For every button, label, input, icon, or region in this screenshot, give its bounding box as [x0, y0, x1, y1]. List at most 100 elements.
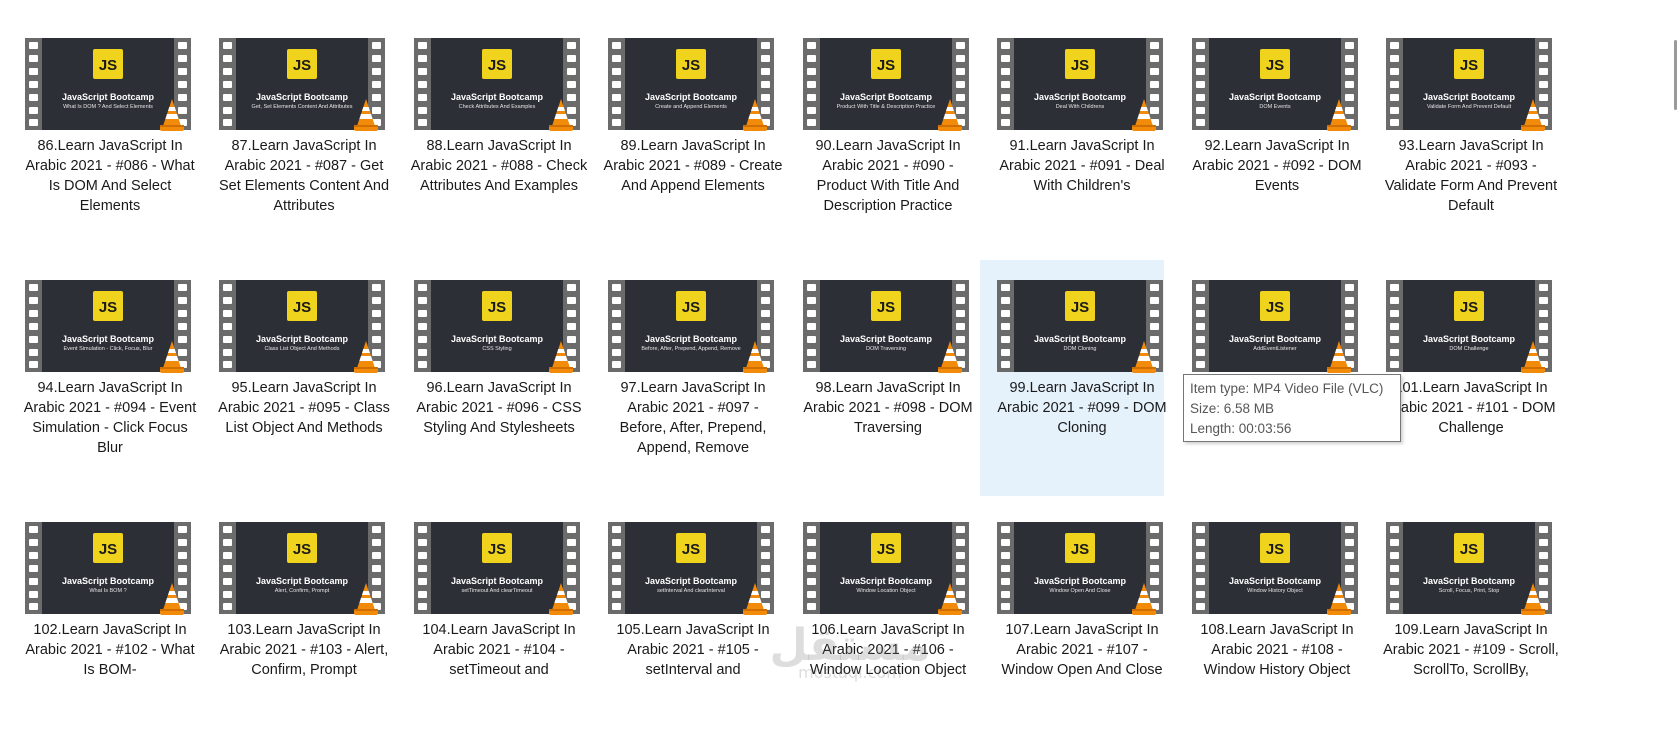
js-logo-icon: JS — [1260, 291, 1290, 321]
vlc-cone-icon — [938, 341, 962, 373]
thumbnail-subtitle: Class List Object And Methods — [264, 346, 340, 352]
video-thumbnail[interactable]: JS JavaScript Bootcamp Validate Form And P… — [1386, 38, 1552, 131]
thumbnail-frame: JS JavaScript Bootcamp Event Simulation - … — [42, 280, 174, 372]
file-item[interactable]: JS JavaScript Bootcamp setInterval And cle… — [591, 502, 775, 742]
thumbnail-subtitle: Window Location Object — [856, 588, 916, 594]
thumbnail-subtitle: Event Simulation - Click, Focus, Blur — [63, 346, 153, 352]
thumbnail-subtitle: DOM Challenge — [1449, 346, 1489, 352]
file-item[interactable]: JS JavaScript Bootcamp Scroll, Focus, Prin… — [1369, 502, 1559, 742]
js-logo-icon: JS — [482, 533, 512, 563]
thumbnail-subtitle: Scroll, Focus, Print, Stop — [1438, 588, 1500, 594]
file-item[interactable]: JS JavaScript Bootcamp Check Attributes An… — [397, 18, 587, 258]
video-thumbnail[interactable]: JS JavaScript Bootcamp Check Attributes An… — [414, 38, 580, 131]
file-name-label: 101.Learn JavaScript In Arabic 2021 - #1… — [1386, 380, 1556, 436]
file-item[interactable]: JS JavaScript Bootcamp DOM Events 92.Learn … — [1175, 18, 1362, 258]
js-logo-icon: JS — [676, 291, 706, 321]
video-thumbnail[interactable]: JS JavaScript Bootcamp setInterval And cle… — [608, 522, 774, 615]
film-strip-icon — [1386, 522, 1403, 614]
js-logo-icon: JS — [1065, 49, 1095, 79]
video-thumbnail[interactable]: JS JavaScript Bootcamp Deal With Childrens — [997, 38, 1163, 131]
vlc-cone-icon — [549, 341, 573, 373]
file-item[interactable]: JS JavaScript Bootcamp DOM Traversing 98.Le… — [786, 260, 973, 500]
file-name-label: 106.Learn JavaScript In Arabic 2021 - #1… — [809, 622, 967, 678]
thumbnail-frame: JS JavaScript Bootcamp DOM Events — [1209, 38, 1341, 130]
video-thumbnail[interactable]: JS JavaScript Bootcamp Window Open And Clo… — [997, 522, 1163, 615]
file-item[interactable]: JS JavaScript Bootcamp Class List Object A… — [202, 260, 390, 500]
video-thumbnail[interactable]: JS JavaScript Bootcamp setTimeout And clea… — [414, 522, 580, 615]
file-item[interactable]: JS JavaScript Bootcamp What Is BOM ? 102.Le… — [8, 502, 195, 742]
video-thumbnail[interactable]: JS JavaScript Bootcamp Class List Object A… — [219, 280, 385, 373]
file-item[interactable]: JS JavaScript Bootcamp What Is DOM ? And S… — [8, 18, 195, 258]
thumbnail-subtitle: Validate Form And Prevent Default — [1426, 104, 1512, 110]
film-strip-icon — [414, 38, 431, 130]
file-item[interactable]: JS JavaScript Bootcamp Validate Form And P… — [1369, 18, 1557, 258]
vlc-cone-icon — [1132, 341, 1156, 373]
video-thumbnail[interactable]: JS JavaScript Bootcamp Product With Title … — [803, 38, 969, 131]
vertical-scrollbar[interactable] — [1667, 0, 1677, 731]
video-thumbnail[interactable]: JS JavaScript Bootcamp Window Location Obj… — [803, 522, 969, 615]
thumbnail-subtitle: DOM Cloning — [1063, 346, 1097, 352]
vlc-cone-icon — [549, 583, 573, 615]
video-thumbnail[interactable]: JS JavaScript Bootcamp DOM Challenge — [1386, 280, 1552, 373]
file-item[interactable]: JS JavaScript Bootcamp Product With Title … — [786, 18, 970, 258]
file-item[interactable]: JS JavaScript Bootcamp CSS Styling 96.Learn… — [397, 260, 582, 500]
video-thumbnail[interactable]: JS JavaScript Bootcamp Alert, Confirm, Pro… — [219, 522, 385, 615]
thumbnail-subtitle: What Is BOM ? — [89, 588, 127, 594]
tooltip-length: Length: 00:03:56 — [1190, 421, 1292, 436]
file-item[interactable]: JS JavaScript Bootcamp Get, Set Elements C… — [202, 18, 389, 258]
thumbnail-frame: JS JavaScript Bootcamp Product With Title … — [820, 38, 952, 130]
thumbnail-subtitle: Deal With Childrens — [1055, 104, 1105, 110]
thumbnail-heading: JavaScript Bootcamp — [255, 92, 349, 102]
thumbnail-subtitle: setInterval And clearInterval — [657, 588, 725, 594]
thumbnail-frame: JS JavaScript Bootcamp Window History Obje… — [1209, 522, 1341, 614]
thumbnail-heading: JavaScript Bootcamp — [1422, 334, 1516, 344]
thumbnail-subtitle: Alert, Confirm, Prompt — [274, 588, 330, 594]
js-logo-icon: JS — [1454, 49, 1484, 79]
video-thumbnail[interactable]: JS JavaScript Bootcamp DOM Traversing — [803, 280, 969, 373]
video-thumbnail[interactable]: JS JavaScript Bootcamp AddEventListener — [1192, 280, 1358, 373]
film-strip-icon — [997, 280, 1014, 372]
video-thumbnail[interactable]: JS JavaScript Bootcamp CSS Styling — [414, 280, 580, 373]
thumbnail-frame: JS JavaScript Bootcamp What Is BOM ? — [42, 522, 174, 614]
video-thumbnail[interactable]: JS JavaScript Bootcamp What Is BOM ? — [25, 522, 191, 615]
thumbnail-frame: JS JavaScript Bootcamp Before, After, Prep… — [625, 280, 757, 372]
video-thumbnail[interactable]: JS JavaScript Bootcamp Scroll, Focus, Prin… — [1386, 522, 1552, 615]
js-logo-icon: JS — [93, 49, 123, 79]
js-logo-icon: JS — [1454, 291, 1484, 321]
thumbnail-heading: JavaScript Bootcamp — [644, 92, 738, 102]
thumbnail-heading: JavaScript Bootcamp — [1033, 92, 1127, 102]
file-item[interactable]: JS JavaScript Bootcamp setTimeout And clea… — [397, 502, 581, 742]
file-item[interactable]: JS JavaScript Bootcamp Event Simulation - … — [8, 260, 196, 500]
file-name-label: 108.Learn JavaScript In Arabic 2021 - #1… — [1200, 622, 1354, 678]
thumbnail-heading: JavaScript Bootcamp — [450, 334, 544, 344]
video-thumbnail[interactable]: JS JavaScript Bootcamp Before, After, Prep… — [608, 280, 774, 373]
vlc-cone-icon — [160, 341, 184, 373]
file-item[interactable]: JS JavaScript Bootcamp Create and Append E… — [591, 18, 782, 258]
video-thumbnail[interactable]: JS JavaScript Bootcamp Create and Append E… — [608, 38, 774, 131]
file-item[interactable]: JS JavaScript Bootcamp Window Open And Clo… — [980, 502, 1164, 742]
thumbnail-subtitle: setTimeout And clearTimeout — [461, 588, 533, 594]
file-item[interactable]: JS JavaScript Bootcamp Window Location Obj… — [786, 502, 970, 742]
file-item[interactable]: JS JavaScript Bootcamp Alert, Confirm, Pro… — [202, 502, 388, 742]
thumbnail-frame: JS JavaScript Bootcamp CSS Styling — [431, 280, 563, 372]
thumbnail-subtitle: Window Open And Close — [1049, 588, 1111, 594]
file-item[interactable]: JS JavaScript Bootcamp DOM Cloning 99.Learn… — [980, 260, 1167, 496]
video-thumbnail[interactable]: JS JavaScript Bootcamp Get, Set Elements C… — [219, 38, 385, 131]
file-name-label: 87.Learn JavaScript In Arabic 2021 - #08… — [218, 138, 390, 214]
thumbnail-frame: JS JavaScript Bootcamp Alert, Confirm, Pro… — [236, 522, 368, 614]
vlc-cone-icon — [1521, 583, 1545, 615]
video-thumbnail[interactable]: JS JavaScript Bootcamp Window History Obje… — [1192, 522, 1358, 615]
file-item[interactable]: JS JavaScript Bootcamp Window History Obje… — [1175, 502, 1359, 742]
file-name-label: 88.Learn JavaScript In Arabic 2021 - #08… — [410, 138, 588, 194]
video-thumbnail[interactable]: JS JavaScript Bootcamp DOM Cloning — [997, 280, 1163, 373]
film-strip-icon — [1386, 38, 1403, 130]
file-name-label: 103.Learn JavaScript In Arabic 2021 - #1… — [219, 622, 389, 678]
video-thumbnail[interactable]: JS JavaScript Bootcamp DOM Events — [1192, 38, 1358, 131]
thumbnail-subtitle: What Is DOM ? And Select Elements — [63, 104, 153, 110]
js-logo-icon: JS — [287, 49, 317, 79]
file-item[interactable]: JS JavaScript Bootcamp Deal With Childrens… — [980, 18, 1165, 258]
video-thumbnail[interactable]: JS JavaScript Bootcamp What Is DOM ? And S… — [25, 38, 191, 131]
video-thumbnail[interactable]: JS JavaScript Bootcamp Event Simulation - … — [25, 280, 191, 373]
thumbnail-frame: JS JavaScript Bootcamp What Is DOM ? And S… — [42, 38, 174, 130]
file-item[interactable]: JS JavaScript Bootcamp Before, After, Prep… — [591, 260, 775, 500]
